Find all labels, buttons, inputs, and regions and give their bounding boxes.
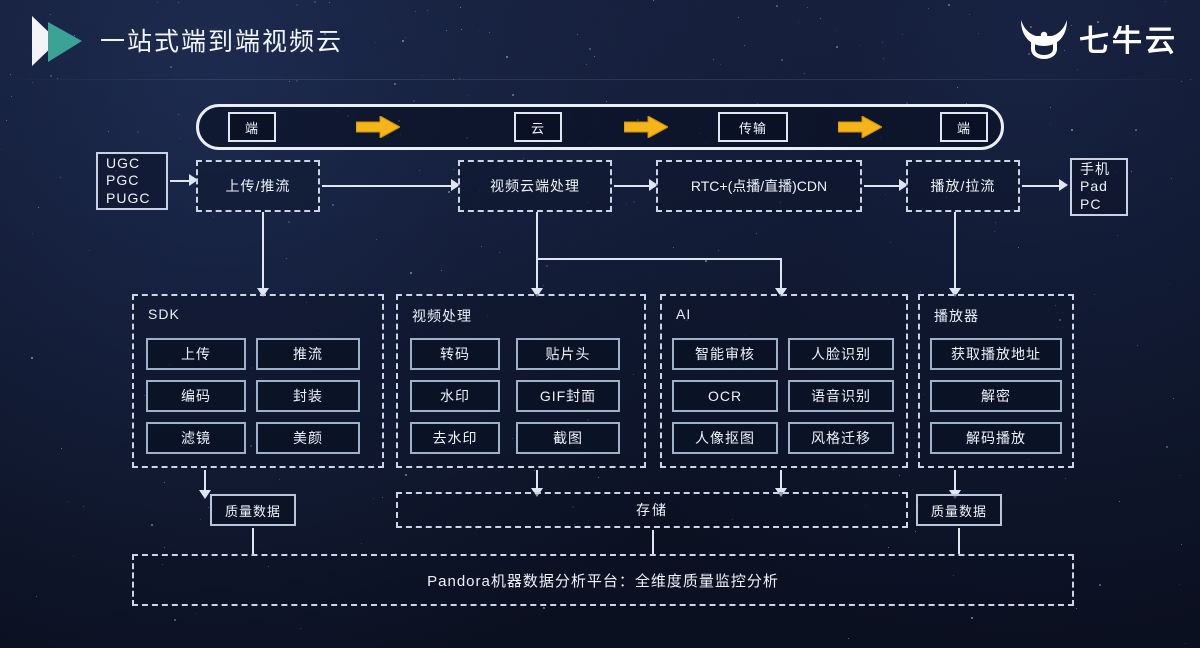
connector-cloud-down [536, 212, 538, 258]
device-line-pad: Pad [1080, 178, 1108, 195]
connector-cdn-play [864, 185, 900, 187]
slide-canvas: 一站式端到端视频云 七牛云 端 云 传输 端 UGC PGC PUGC 上传/推… [0, 0, 1200, 648]
connector-play-devices [1022, 185, 1060, 187]
bull-head-icon [1021, 20, 1067, 60]
chip-ai-3[interactable]: OCR [672, 380, 778, 412]
quality-data-right: 质量数据 [916, 494, 1002, 526]
connector-upload-sdk [262, 212, 264, 290]
chip-player-2[interactable]: 解密 [930, 380, 1062, 412]
pipeline-rail [196, 104, 1004, 150]
connector-storage-platform [652, 530, 654, 554]
chip-sdk-2[interactable]: 推流 [256, 338, 360, 370]
arrow-right-icon-1 [356, 116, 400, 138]
source-line-pgc: PGC [106, 172, 140, 189]
chip-sdk-3[interactable]: 编码 [146, 380, 246, 412]
chip-ai-4[interactable]: 语音识别 [788, 380, 894, 412]
chip-sdk-1[interactable]: 上传 [146, 338, 246, 370]
chip-ai-5[interactable]: 人像抠图 [672, 422, 778, 454]
connector-cloud-ai [780, 258, 782, 290]
source-line-pugc: PUGC [106, 189, 151, 206]
chip-video-5[interactable]: 去水印 [410, 422, 500, 454]
connector-quality-right-platform [958, 528, 960, 554]
pipeline-node-3: 传输 [718, 112, 788, 142]
pipeline-node-1: 端 [228, 112, 276, 142]
chip-ai-1[interactable]: 智能审核 [672, 338, 778, 370]
stage-cloud-processing: 视频云端处理 [458, 160, 612, 212]
device-line-pc: PC [1080, 195, 1102, 212]
pipeline-node-2: 云 [514, 112, 562, 142]
header-divider [0, 79, 1200, 80]
chip-video-2[interactable]: 贴片头 [516, 338, 620, 370]
chip-video-1[interactable]: 转码 [410, 338, 500, 370]
connector-sdk-quality [204, 470, 206, 492]
connector-player-quality [954, 470, 956, 492]
device-line-phone: 手机 [1080, 160, 1110, 177]
pandora-platform-bar: Pandora机器数据分析平台：全维度质量监控分析 [132, 554, 1074, 606]
connector-cloud-split [536, 258, 782, 260]
connector-upload-cloud [322, 185, 452, 187]
device-box: 手机 Pad PC [1070, 158, 1128, 216]
play-triangle-icon [32, 16, 82, 66]
stage-playback: 播放/拉流 [906, 160, 1020, 212]
stage-upload: 上传/推流 [196, 160, 320, 212]
chip-sdk-4[interactable]: 封装 [256, 380, 360, 412]
quality-data-left: 质量数据 [210, 494, 296, 526]
group-video-processing-title: 视频处理 [412, 308, 472, 324]
connector-quality-left-platform [252, 528, 254, 554]
chip-video-3[interactable]: 水印 [410, 380, 500, 412]
brand-logo: 七牛云 [1018, 16, 1178, 60]
connector-video-storage [536, 470, 538, 490]
group-sdk-title: SDK [148, 306, 180, 322]
brand-name: 七牛云 [1079, 25, 1178, 58]
connector-source-upload [170, 180, 190, 182]
page-title: 一站式端到端视频云 [100, 28, 344, 56]
chip-ai-2[interactable]: 人脸识别 [788, 338, 894, 370]
connector-ai-storage [780, 470, 782, 490]
connector-play-devices-arrow [1059, 179, 1068, 191]
connector-playback-player [954, 212, 956, 290]
chip-sdk-5[interactable]: 滤镜 [146, 422, 246, 454]
chip-video-6[interactable]: 截图 [516, 422, 620, 454]
chip-player-1[interactable]: 获取播放地址 [930, 338, 1062, 370]
chip-ai-6[interactable]: 风格迁移 [788, 422, 894, 454]
chip-player-3[interactable]: 解码播放 [930, 422, 1062, 454]
pipeline-node-4: 端 [940, 112, 988, 142]
storage-bar: 存储 [396, 492, 908, 528]
header: 一站式端到端视频云 七牛云 [0, 0, 1200, 80]
group-ai-title: AI [676, 306, 692, 322]
connector-cloud-video [536, 258, 538, 290]
chip-sdk-6[interactable]: 美颜 [256, 422, 360, 454]
arrow-right-icon-3 [838, 116, 882, 138]
connector-cloud-cdn [614, 185, 650, 187]
group-player-title: 播放器 [934, 308, 979, 324]
stage-cdn: RTC+(点播/直播)CDN [656, 160, 862, 212]
source-box: UGC PGC PUGC [96, 152, 168, 210]
source-line-ugc: UGC [106, 154, 141, 171]
arrow-right-icon-2 [624, 116, 668, 138]
chip-video-4[interactable]: GIF封面 [516, 380, 620, 412]
